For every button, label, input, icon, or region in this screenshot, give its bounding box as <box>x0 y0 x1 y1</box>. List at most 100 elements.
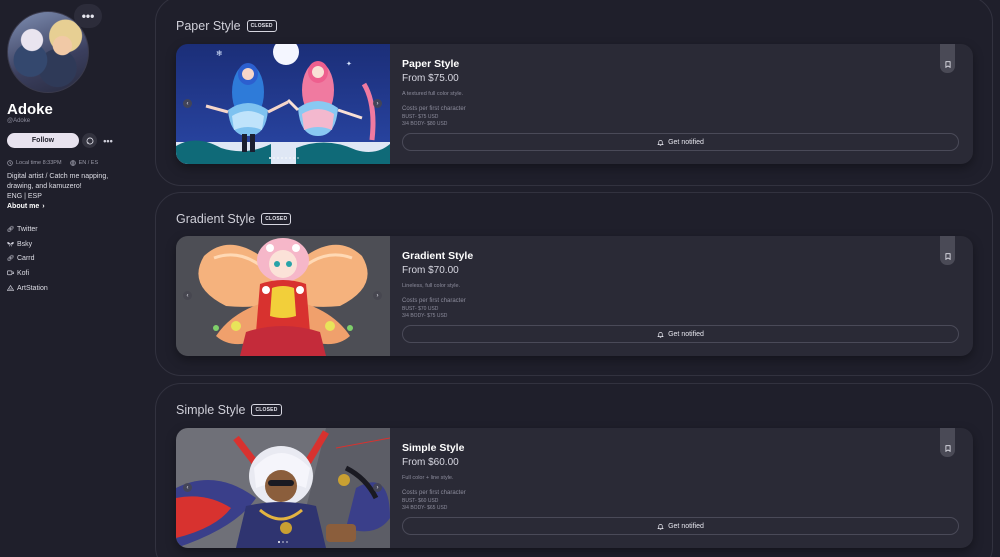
chevron-left-icon: ‹ <box>186 292 189 299</box>
languages: EN / ES <box>69 160 98 166</box>
profile-sidebar: ••• Adoke @Adoke Follow ••• Local time 8… <box>0 0 150 557</box>
bio-line: Digital artist / Catch me napping, <box>7 173 109 180</box>
profile-more-button[interactable]: ••• <box>101 133 115 148</box>
social-link-twitter[interactable]: 🔗︎ Twitter <box>7 222 48 237</box>
section-paper-style: Paper Style CLOSED ❄ ✦ ‹ › Paper Style F… <box>155 0 993 186</box>
chevron-right-icon: › <box>376 292 379 299</box>
carousel-next-button[interactable]: › <box>373 291 382 300</box>
chevron-left-icon: ‹ <box>186 484 189 491</box>
carousel-dot[interactable] <box>278 541 280 543</box>
section-title: Gradient Style <box>176 212 256 226</box>
social-links: 🔗︎ Twitter Bsky 🔗︎ Carrd Kofi ArtStation <box>7 222 48 295</box>
svg-text:❄: ❄ <box>216 49 223 58</box>
social-link-label: ArtStation <box>17 284 48 292</box>
cost-line: BUST- $70 USD <box>402 306 439 312</box>
carousel-dot[interactable] <box>286 541 288 543</box>
commission-image[interactable]: ‹ › <box>176 236 390 356</box>
section-simple-style: Simple Style CLOSED ‹ › Simple Style Fro… <box>155 383 993 557</box>
carousel-prev-button[interactable]: ‹ <box>183 483 192 492</box>
user-handle: @Adoke <box>7 118 31 124</box>
social-link-label: Carrd <box>17 255 35 263</box>
carousel-prev-button[interactable]: ‹ <box>183 99 192 108</box>
bell-icon <box>657 523 664 530</box>
card-description: Full color + line style. <box>402 475 454 481</box>
link-icon: 🔗︎ <box>6 226 15 233</box>
chevron-right-icon: › <box>376 484 379 491</box>
social-link-artstation[interactable]: ArtStation <box>7 281 48 296</box>
carousel-dot[interactable] <box>269 157 271 159</box>
section-gradient-style: Gradient Style CLOSED ‹ › Gradient Style… <box>155 192 993 376</box>
status-badge: CLOSED <box>261 213 292 225</box>
cost-line: BUST- $75 USD <box>402 114 439 120</box>
social-link-label: Twitter <box>17 225 38 233</box>
card-price: From $60.00 <box>402 457 459 468</box>
bookmark-button[interactable] <box>940 428 955 457</box>
carousel-dot[interactable] <box>277 157 279 159</box>
carousel-dot[interactable] <box>273 157 275 159</box>
carousel-dots <box>278 541 288 543</box>
get-notified-label: Get notified <box>668 330 704 338</box>
bookmark-button[interactable] <box>940 236 955 265</box>
carousel-dot[interactable] <box>289 157 291 159</box>
card-title: Simple Style <box>402 442 465 454</box>
carousel-prev-button[interactable]: ‹ <box>183 291 192 300</box>
bookmark-icon <box>944 253 951 260</box>
bookmark-icon <box>944 445 951 452</box>
card-body: Paper Style From $75.00 A textured full … <box>402 58 962 128</box>
card-price: From $75.00 <box>402 73 459 84</box>
bio-line: ENG | ESP <box>7 193 42 200</box>
carousel-next-button[interactable]: › <box>373 483 382 492</box>
display-name: Adoke <box>7 101 53 118</box>
commission-card: ‹ › Simple Style From $60.00 Full color … <box>176 428 973 548</box>
chevron-right-icon: › <box>376 100 379 107</box>
cost-title: Costs per first character <box>402 298 466 304</box>
social-link-carrd[interactable]: 🔗︎ Carrd <box>7 251 48 266</box>
carousel-dot[interactable] <box>297 157 299 159</box>
card-body: Gradient Style From $70.00 Lineless, ful… <box>402 250 962 320</box>
cost-line: 3/4 BODY- $80 USD <box>402 121 448 127</box>
local-time: Local time 8:33PM <box>7 160 62 166</box>
section-header: Gradient Style CLOSED <box>176 212 292 226</box>
social-link-label: Bsky <box>17 240 33 248</box>
link-icon: 🔗︎ <box>6 256 15 263</box>
get-notified-button[interactable]: Get notified <box>402 133 959 151</box>
get-notified-label: Get notified <box>668 522 704 530</box>
carousel-dot[interactable] <box>293 157 295 159</box>
svg-text:✦: ✦ <box>346 60 352 68</box>
carousel-next-button[interactable]: › <box>373 99 382 108</box>
social-link-bsky[interactable]: Bsky <box>7 237 48 252</box>
social-link-kofi[interactable]: Kofi <box>7 266 48 281</box>
cost-title: Costs per first character <box>402 106 466 112</box>
more-horizontal-icon[interactable]: ••• <box>74 4 102 28</box>
cost-line: 3/4 BODY- $75 USD <box>402 313 448 319</box>
bell-icon <box>657 331 664 338</box>
section-header: Simple Style CLOSED <box>176 403 282 417</box>
commission-image[interactable]: ❄ ✦ ‹ › <box>176 44 390 164</box>
bell-icon <box>657 139 664 146</box>
status-badge: CLOSED <box>246 20 277 32</box>
cost-line: 3/4 BODY- $65 USD <box>402 505 448 511</box>
commission-card: ‹ › Gradient Style From $70.00 Lineless,… <box>176 236 973 356</box>
profile-bio: Digital artist / Catch me napping, drawi… <box>7 172 127 202</box>
follow-button[interactable]: Follow <box>7 133 79 148</box>
cost-lines: BUST- $75 USD 3/4 BODY- $80 USD <box>402 114 962 128</box>
carousel-dot[interactable] <box>281 157 283 159</box>
bookmark-button[interactable] <box>940 44 955 73</box>
profile-meta: Local time 8:33PM EN / ES <box>7 160 98 166</box>
card-description: Lineless, full color style. <box>402 283 461 289</box>
carousel-dots <box>269 157 299 159</box>
cup-icon <box>7 270 14 276</box>
about-me-label: About me <box>7 203 40 210</box>
section-title: Simple Style <box>176 403 246 417</box>
get-notified-label: Get notified <box>668 138 704 146</box>
chat-button[interactable] <box>82 133 97 148</box>
get-notified-button[interactable]: Get notified <box>402 325 959 343</box>
section-title: Paper Style <box>176 19 241 33</box>
carousel-dot[interactable] <box>282 541 284 543</box>
get-notified-button[interactable]: Get notified <box>402 517 959 535</box>
about-me-link[interactable]: About me › <box>7 203 45 210</box>
commission-image[interactable]: ‹ › <box>176 428 390 548</box>
carousel-dot[interactable] <box>285 157 287 159</box>
bookmark-icon <box>944 61 951 68</box>
butterfly-icon <box>7 241 14 247</box>
